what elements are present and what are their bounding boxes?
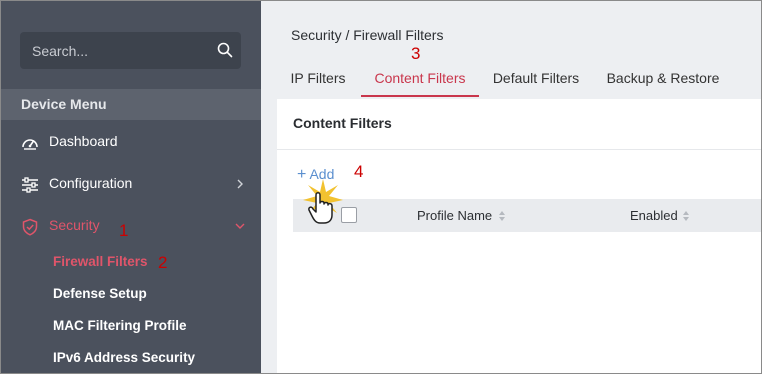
- chevron-down-icon: [235, 223, 245, 229]
- breadcrumb: Security / Firewall Filters: [291, 27, 444, 43]
- sidebar-item-label: Configuration: [49, 175, 133, 191]
- sidebar-subitem-ipv6-address-security[interactable]: IPv6 Address Security: [53, 350, 195, 365]
- table-header: Profile Name Enabled: [293, 199, 761, 232]
- annotation-marker: 3: [411, 44, 421, 63]
- divider: [277, 149, 761, 150]
- sidebar-item-label: Dashboard: [49, 133, 118, 149]
- sidebar-subitem-defense-setup[interactable]: Defense Setup: [53, 286, 147, 301]
- search-box[interactable]: [20, 32, 241, 69]
- column-header-enabled[interactable]: Enabled: [630, 208, 678, 223]
- sort-icon[interactable]: [682, 210, 690, 222]
- annotation-marker: 1: [119, 221, 129, 240]
- search-input[interactable]: [20, 32, 210, 69]
- annotation-marker: 2: [158, 253, 168, 272]
- sidebar-item-label: Security: [49, 217, 100, 233]
- dashboard-icon: [22, 139, 38, 150]
- tab-default-filters[interactable]: Default Filters: [489, 63, 583, 95]
- select-all-checkbox[interactable]: [341, 207, 357, 223]
- sliders-icon: [22, 177, 38, 193]
- search-icon[interactable]: [217, 42, 233, 58]
- sidebar-item-configuration[interactable]: Configuration: [1, 166, 261, 202]
- hand-cursor-icon: [303, 179, 343, 224]
- sort-icon[interactable]: [498, 210, 506, 222]
- column-header-profile-name[interactable]: Profile Name: [417, 208, 492, 223]
- sidebar: Device Menu Dashboard Configuration: [1, 1, 261, 373]
- annotation-marker: 4: [354, 162, 364, 181]
- content-filters-card: Content Filters + Add 4 Profile Name Ena…: [277, 99, 761, 373]
- shield-icon: [22, 218, 38, 236]
- tab-ip-filters[interactable]: IP Filters: [277, 63, 359, 95]
- device-menu-header: Device Menu: [1, 89, 261, 120]
- card-title: Content Filters: [293, 115, 392, 131]
- window-frame: Device Menu Dashboard Configuration: [0, 0, 762, 374]
- sidebar-subitem-firewall-filters[interactable]: Firewall Filters: [53, 254, 148, 269]
- tab-content-filters[interactable]: Content Filters: [361, 63, 479, 97]
- sidebar-subitem-mac-filtering-profile[interactable]: MAC Filtering Profile: [53, 318, 187, 333]
- sidebar-item-security[interactable]: Security: [1, 208, 261, 244]
- tab-backup-restore[interactable]: Backup & Restore: [603, 63, 723, 95]
- sidebar-item-dashboard[interactable]: Dashboard: [1, 124, 261, 160]
- chevron-right-icon: [237, 179, 243, 189]
